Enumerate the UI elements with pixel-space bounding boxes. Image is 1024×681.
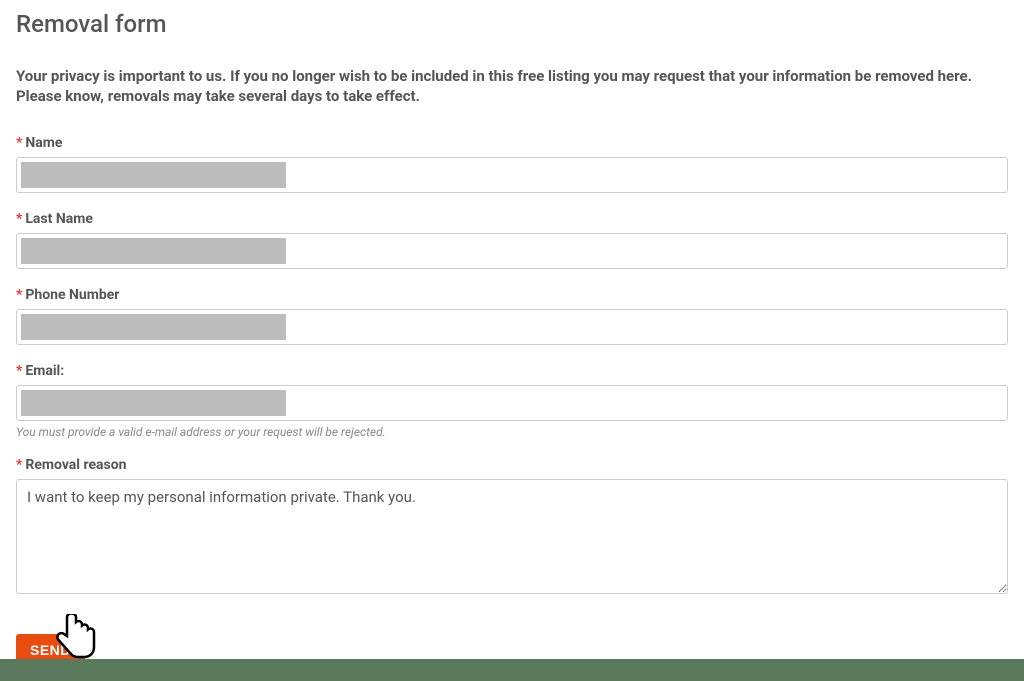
reason-textarea[interactable]: I want to keep my personal information p… (16, 479, 1008, 594)
phone-label: *Phone Number (16, 287, 1008, 303)
email-input[interactable] (16, 385, 1008, 421)
lastname-label: *Last Name (16, 211, 1008, 227)
required-asterisk: * (16, 287, 22, 303)
required-asterisk: * (16, 211, 22, 227)
lastname-input-fill (21, 238, 286, 264)
reason-field-group: *Removal reason I want to keep my person… (16, 457, 1008, 598)
email-field-group: *Email: You must provide a valid e-mail … (16, 363, 1008, 439)
email-label: *Email: (16, 363, 1008, 379)
reason-label: *Removal reason (16, 457, 1008, 473)
phone-input[interactable] (16, 309, 1008, 345)
intro-text: Your privacy is important to us. If you … (16, 66, 1008, 107)
name-input[interactable] (16, 157, 1008, 193)
name-field-group: *Name (16, 135, 1008, 193)
phone-input-fill (21, 314, 286, 340)
name-label: *Name (16, 135, 1008, 151)
bottom-bar (0, 659, 1024, 681)
phone-field-group: *Phone Number (16, 287, 1008, 345)
required-asterisk: * (16, 363, 22, 379)
page-title: Removal form (16, 10, 1008, 38)
lastname-input[interactable] (16, 233, 1008, 269)
name-input-fill (21, 162, 286, 188)
email-hint: You must provide a valid e-mail address … (16, 425, 1008, 439)
lastname-field-group: *Last Name (16, 211, 1008, 269)
required-asterisk: * (16, 457, 22, 473)
email-input-fill (21, 390, 286, 416)
required-asterisk: * (16, 135, 22, 151)
